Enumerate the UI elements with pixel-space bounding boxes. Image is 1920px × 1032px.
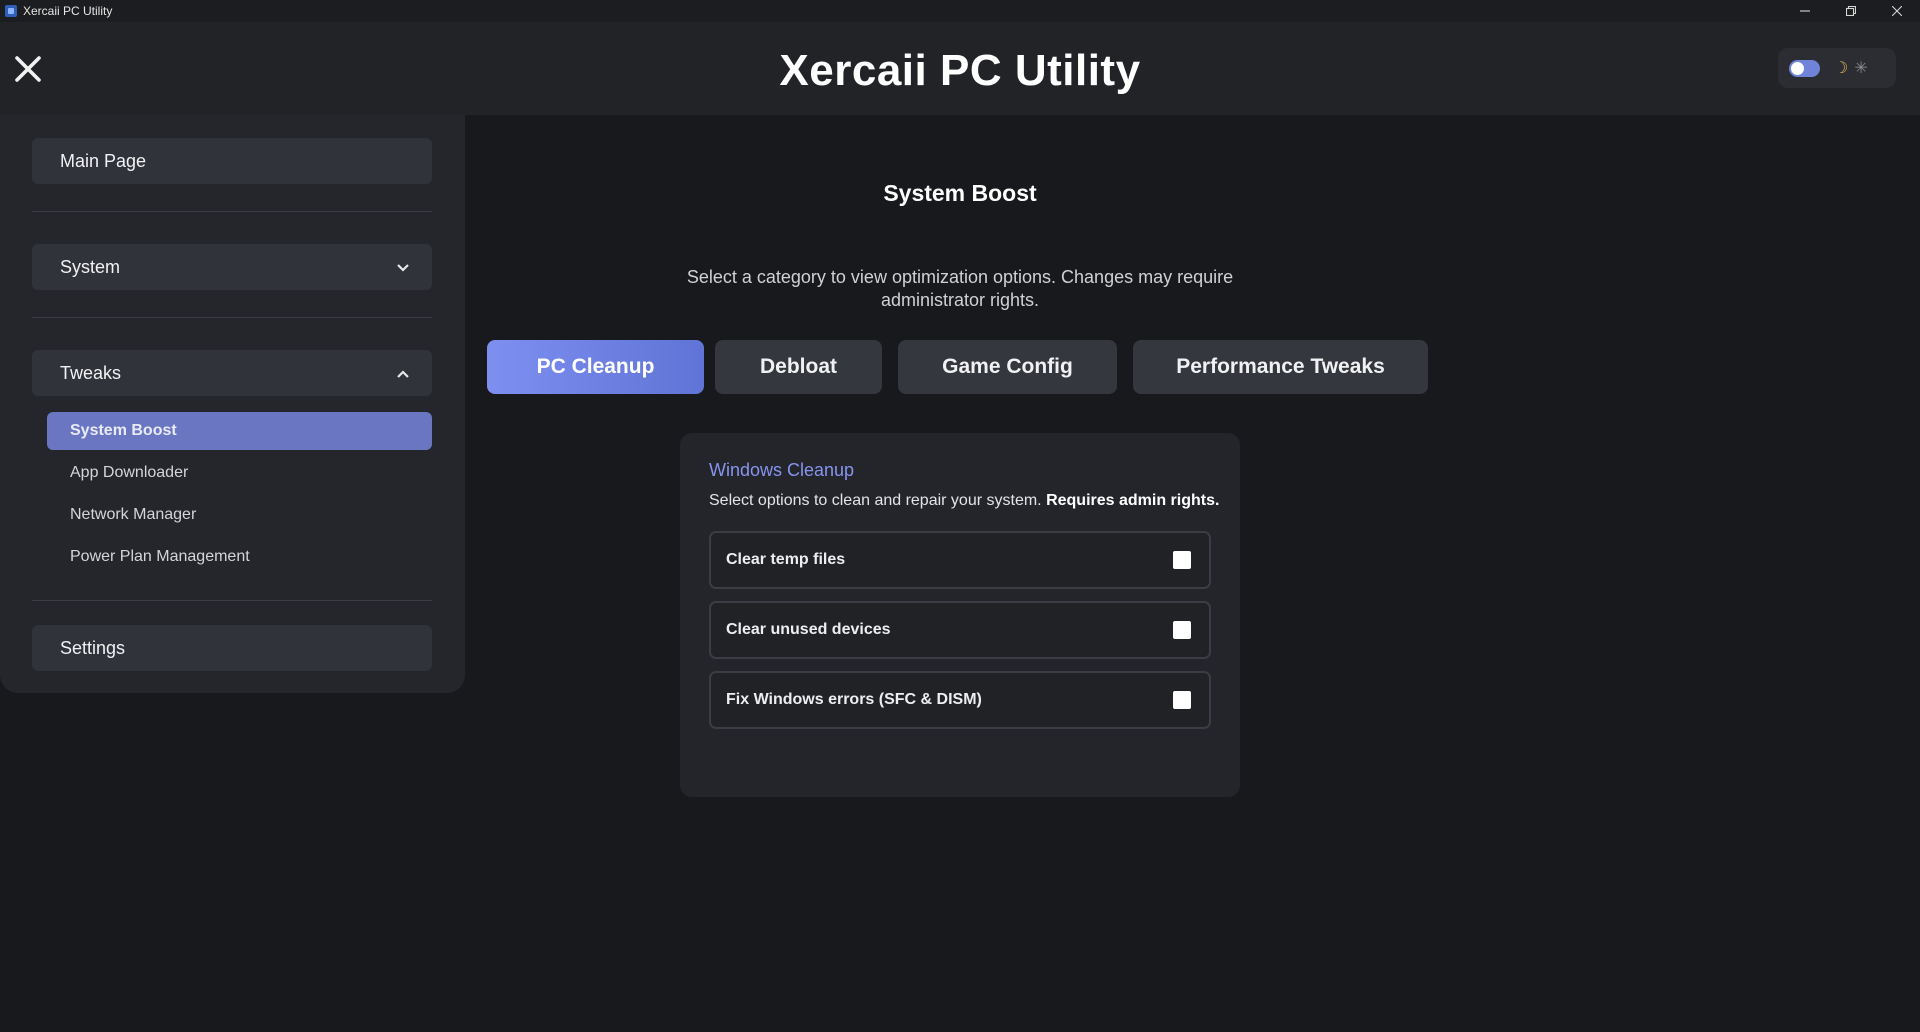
window-titlebar: Xercaii PC Utility: [0, 0, 1920, 22]
tab-game-config[interactable]: Game Config: [898, 340, 1117, 394]
divider: [32, 211, 432, 212]
close-icon: [1892, 6, 1902, 16]
tab-label: Debloat: [759, 355, 837, 378]
card-description: Select options to clean and repair your …: [709, 492, 1219, 510]
chevron-down-icon: [396, 259, 410, 280]
tab-debloat[interactable]: Debloat: [715, 340, 882, 394]
option-label: Clear unused devices: [726, 621, 891, 638]
option-label: Fix Windows errors (SFC & DISM): [726, 691, 982, 708]
sidebar-subitem-label: System Boost: [70, 422, 177, 439]
sidebar-item-label: Settings: [60, 637, 126, 658]
card-title: Windows Cleanup: [709, 460, 855, 480]
app-icon: [5, 5, 17, 17]
sidebar: Main Page System Tweaks System Boost App…: [0, 115, 465, 693]
window-title: Xercaii PC Utility: [23, 4, 113, 18]
windows-cleanup-card: Windows Cleanup Select options to clean …: [680, 433, 1240, 797]
tab-label: PC Cleanup: [536, 355, 655, 378]
checkbox[interactable]: [1173, 691, 1191, 709]
checkbox[interactable]: [1173, 621, 1191, 639]
sidebar-subitem-power-plan-management[interactable]: Power Plan Management: [47, 538, 432, 576]
toggle-knob: [1791, 61, 1804, 75]
page-description: Select a category to view optimization o…: [686, 267, 1234, 310]
sun-icon: ✳: [1854, 60, 1868, 77]
divider: [32, 317, 432, 318]
minimize-button[interactable]: [1782, 0, 1828, 22]
theme-switcher: ☽ ✳: [1778, 48, 1896, 88]
tab-label: Game Config: [942, 355, 1073, 378]
sidebar-subitem-label: App Downloader: [70, 464, 189, 481]
option-fix-windows-errors[interactable]: Fix Windows errors (SFC & DISM): [709, 671, 1211, 729]
sidebar-item-main-page[interactable]: Main Page: [32, 138, 432, 184]
chevron-up-icon: [396, 365, 410, 386]
sidebar-item-label: Tweaks: [60, 362, 122, 383]
app-header: Xercaii PC Utility ☽ ✳: [0, 22, 1920, 115]
moon-icon: ☽: [1834, 60, 1849, 77]
sidebar-item-settings[interactable]: Settings: [32, 625, 432, 671]
tab-pc-cleanup[interactable]: PC Cleanup: [487, 340, 704, 394]
sidebar-subitem-app-downloader[interactable]: App Downloader: [47, 454, 432, 492]
tab-performance-tweaks[interactable]: Performance Tweaks: [1133, 340, 1428, 394]
app-title: Xercaii PC Utility: [779, 46, 1141, 95]
option-clear-temp-files[interactable]: Clear temp files: [709, 531, 1211, 589]
minimize-icon: [1800, 10, 1810, 12]
sidebar-item-label: System: [60, 256, 121, 277]
sidebar-subitem-network-manager[interactable]: Network Manager: [47, 496, 432, 534]
page-title: System Boost: [883, 180, 1037, 206]
sidebar-subitem-label: Power Plan Management: [70, 548, 250, 565]
option-label: Clear temp files: [726, 551, 846, 568]
restore-icon: [1846, 6, 1856, 16]
divider: [32, 600, 432, 601]
restore-button[interactable]: [1828, 0, 1874, 22]
theme-toggle[interactable]: [1789, 59, 1820, 77]
window-controls: [1782, 0, 1920, 22]
sidebar-item-system[interactable]: System: [32, 244, 432, 290]
window-close-button[interactable]: [1874, 0, 1920, 22]
option-clear-unused-devices[interactable]: Clear unused devices: [709, 601, 1211, 659]
sidebar-subitem-system-boost[interactable]: System Boost: [47, 412, 432, 450]
tab-label: Performance Tweaks: [1176, 355, 1385, 378]
sidebar-item-tweaks[interactable]: Tweaks: [32, 350, 432, 396]
card-description-emphasis: Requires admin rights.: [1046, 492, 1220, 509]
card-description-text: Select options to clean and repair your …: [709, 492, 1042, 509]
checkbox[interactable]: [1173, 551, 1191, 569]
sidebar-item-label: Main Page: [60, 150, 147, 171]
sidebar-subitem-label: Network Manager: [70, 506, 197, 523]
